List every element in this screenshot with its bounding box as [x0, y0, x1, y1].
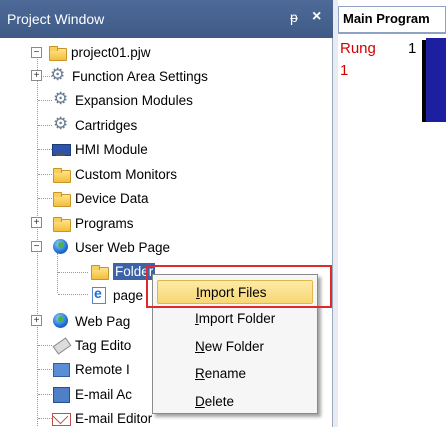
mail-icon — [52, 410, 71, 426]
tree-connector — [38, 345, 52, 346]
rung-label: Rung — [340, 40, 376, 57]
tree-connector — [38, 174, 52, 175]
rung-number: 1 — [408, 40, 417, 57]
folder-icon — [52, 166, 71, 183]
tree-item-page[interactable]: page — [90, 284, 143, 306]
collapse-icon[interactable]: − — [31, 241, 42, 252]
tree-connector — [58, 294, 88, 295]
tab-underline — [338, 32, 446, 34]
tree-item-expansion-modules[interactable]: Expansion Modules — [52, 89, 193, 111]
tree-item-label: Web Pag — [75, 313, 131, 329]
tree-item-custom-monitors[interactable]: Custom Monitors — [52, 163, 177, 185]
tree-connector — [38, 100, 52, 101]
tab-main-program[interactable]: Main Program — [338, 6, 446, 32]
tree-item-web-page[interactable]: + Web Pag — [31, 310, 131, 332]
tree-item-label: Cartridges — [75, 117, 138, 133]
tree-item-label: E-mail Ac — [75, 386, 133, 402]
gear-icon — [52, 114, 70, 134]
tree-connector — [37, 54, 38, 426]
tree-item-label: Tag Edito — [75, 337, 132, 353]
pin-icon[interactable]: ᵽ — [290, 9, 298, 25]
folder-icon — [90, 263, 109, 280]
tree-item-label: Function Area Settings — [72, 68, 208, 84]
address-book-icon — [52, 386, 70, 403]
expand-icon[interactable]: + — [31, 217, 42, 228]
tree-item-label: Device Data — [75, 190, 149, 206]
menu-accel: R — [195, 366, 205, 381]
tree-item-cartridges[interactable]: Cartridges — [52, 114, 137, 136]
gear-icon — [52, 89, 70, 109]
tree-item-label: project01.pjw — [71, 44, 151, 60]
menu-item-delete[interactable]: Delete — [157, 390, 313, 414]
tree-connector — [38, 198, 52, 199]
menu-item-new-folder[interactable]: New Folder — [157, 335, 313, 359]
tree-item-device-data[interactable]: Device Data — [52, 187, 149, 209]
project-window-titlebar[interactable]: Project Window ᵽ × — [0, 0, 333, 38]
menu-accel: D — [195, 394, 205, 409]
rung-sub-number: 1 — [340, 62, 349, 79]
tree-item-hmi-module[interactable]: HMI Module — [52, 138, 148, 160]
tree-item-label: HMI Module — [75, 141, 148, 157]
gear-icon — [49, 65, 67, 85]
tree-connector — [38, 125, 52, 126]
tree-item-tag-editor[interactable]: Tag Edito — [52, 334, 131, 356]
tree-connector — [38, 418, 52, 419]
annotation-highlight-box — [146, 265, 332, 308]
tree-item-email-account[interactable]: E-mail Ac — [52, 383, 132, 405]
menu-label: ew Folder — [204, 339, 265, 354]
tree-item-user-web-page[interactable]: − User Web Page — [31, 236, 171, 258]
expand-icon[interactable]: + — [31, 70, 42, 81]
monitor-icon — [52, 141, 71, 157]
menu-label: mport Folder — [198, 311, 276, 326]
tree-item-label: Expansion Modules — [75, 92, 193, 108]
menu-accel: N — [195, 339, 205, 354]
tree-item-remote[interactable]: Remote I — [52, 358, 130, 380]
folder-open-icon — [48, 44, 67, 61]
tree-item-label: User Web Page — [75, 239, 171, 255]
tree-item-label: Programs — [75, 215, 134, 231]
tree-connector — [57, 253, 58, 293]
tree-item-project[interactable]: − project01.pjw — [31, 41, 151, 63]
tree-connector — [38, 369, 52, 370]
tree-connector — [58, 272, 88, 273]
tree-item-function-area-settings[interactable]: + Function Area Settings — [31, 65, 208, 87]
ladder-rung-area[interactable] — [426, 38, 446, 122]
web-page-icon — [90, 285, 108, 304]
remote-icon — [52, 361, 70, 377]
menu-item-rename[interactable]: Rename — [157, 362, 313, 386]
globe-icon — [52, 313, 70, 329]
tree-item-label: Custom Monitors — [75, 166, 178, 182]
tree-item-label: page — [113, 287, 144, 303]
folder-icon — [52, 190, 71, 207]
expand-icon[interactable]: + — [31, 315, 42, 326]
tree-item-email-editor[interactable]: E-mail Editor — [52, 407, 152, 427]
menu-label: ename — [204, 366, 247, 381]
collapse-icon[interactable]: − — [31, 46, 42, 58]
tag-icon — [52, 337, 70, 353]
menu-item-import-folder[interactable]: Import Folder — [157, 307, 313, 331]
tree-connector — [38, 394, 52, 395]
menu-label: elete — [204, 394, 235, 409]
close-icon[interactable]: × — [312, 8, 321, 26]
project-window-title: Project Window — [7, 11, 105, 27]
globe-icon — [52, 239, 70, 255]
tree-connector — [38, 149, 52, 150]
folder-icon — [52, 215, 71, 232]
tree-item-programs[interactable]: + Programs — [31, 212, 134, 234]
tree-item-label: E-mail Editor — [75, 410, 153, 426]
tree-item-label: Remote I — [75, 361, 130, 377]
editor-panel: Main Program Rung 1 1 — [338, 0, 446, 427]
